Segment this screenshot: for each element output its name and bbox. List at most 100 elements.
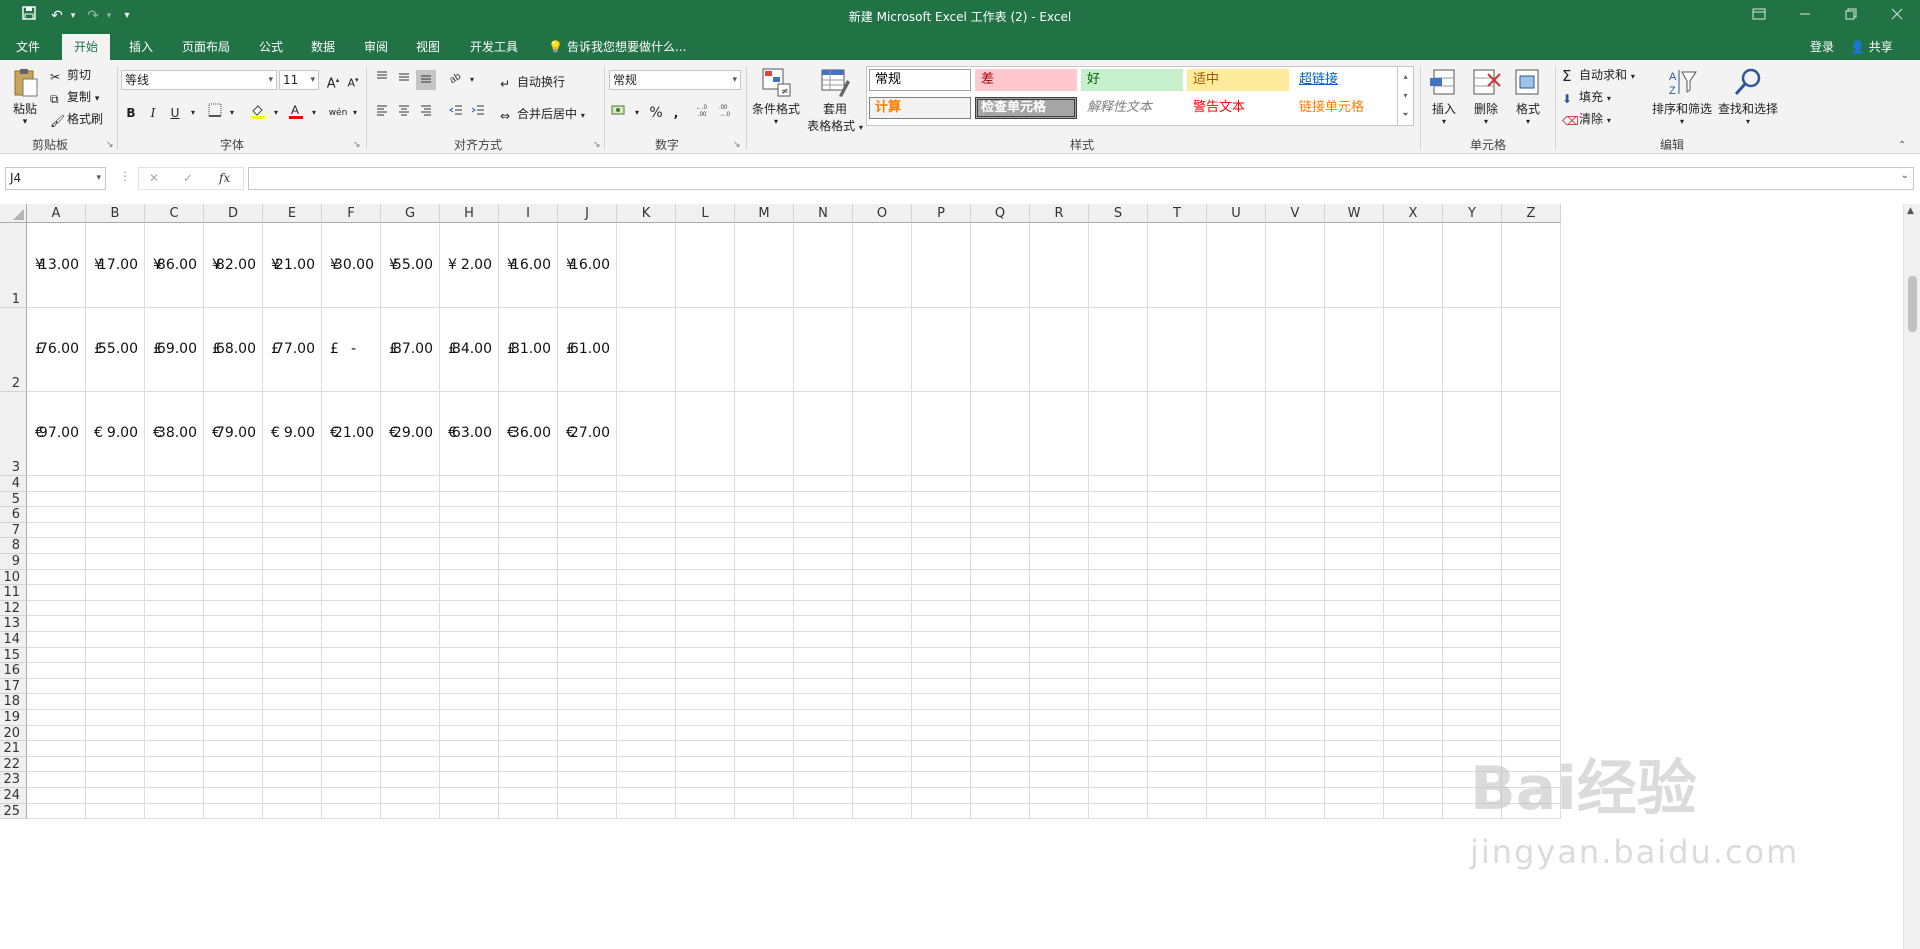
grid-cell[interactable] xyxy=(853,538,912,554)
grid-cell[interactable] xyxy=(617,392,676,476)
align-bottom-icon[interactable] xyxy=(416,70,436,90)
row-header[interactable]: 8 xyxy=(0,538,27,554)
select-all-corner[interactable] xyxy=(0,204,27,223)
grid-cell[interactable] xyxy=(1148,788,1207,804)
grid-cell[interactable] xyxy=(1030,663,1089,679)
grid-cell[interactable] xyxy=(1089,632,1148,648)
grid-cell[interactable] xyxy=(1325,476,1384,492)
column-header[interactable]: A xyxy=(27,204,86,223)
grid-cell[interactable] xyxy=(322,569,381,586)
row-header[interactable]: 4 xyxy=(0,476,27,492)
decrease-indent-icon[interactable] xyxy=(446,103,466,123)
grid-cell[interactable] xyxy=(971,741,1030,757)
grid-cell[interactable] xyxy=(145,569,204,586)
grid-cell[interactable] xyxy=(1207,694,1266,710)
grid-cell[interactable] xyxy=(1089,678,1148,695)
grid-cell[interactable] xyxy=(794,538,853,554)
grid-cell[interactable] xyxy=(617,600,676,617)
grid-cell[interactable] xyxy=(558,476,617,492)
grid-cell[interactable] xyxy=(86,600,145,617)
grid-cell[interactable] xyxy=(145,772,204,788)
ribbon-display-options-icon[interactable] xyxy=(1736,0,1782,32)
shrink-font-button[interactable]: A▾ xyxy=(343,70,363,90)
grid-cell[interactable] xyxy=(794,223,853,308)
grid-cell[interactable] xyxy=(86,569,145,586)
grid-cell[interactable] xyxy=(1148,647,1207,664)
grid-cell[interactable] xyxy=(145,694,204,710)
grid-cell[interactable] xyxy=(1089,788,1148,804)
grid-cell[interactable] xyxy=(1148,710,1207,726)
tab-home[interactable]: 开始 xyxy=(62,34,111,60)
grid-cell[interactable] xyxy=(1325,741,1384,757)
grid-cell[interactable] xyxy=(1266,710,1325,726)
grid-cell[interactable] xyxy=(145,756,204,773)
grid-cell[interactable] xyxy=(499,600,558,617)
grid-cell[interactable] xyxy=(971,491,1030,508)
grid-cell[interactable]: £84.00 xyxy=(440,308,499,392)
font-color-dropdown-icon[interactable]: ▾ xyxy=(304,103,324,123)
grid-cell[interactable] xyxy=(558,741,617,757)
grid-cell[interactable] xyxy=(440,585,499,601)
grid-cell[interactable] xyxy=(853,308,912,392)
grid-cell[interactable] xyxy=(499,507,558,523)
row-header[interactable]: 2 xyxy=(0,308,27,392)
grid-cell[interactable] xyxy=(971,507,1030,523)
grid-cell[interactable] xyxy=(1325,788,1384,804)
grid-cell[interactable] xyxy=(794,491,853,508)
grid-cell[interactable]: €27.00 xyxy=(558,392,617,476)
align-left-icon[interactable] xyxy=(372,103,392,123)
increase-decimal-icon[interactable]: ←.0.00 xyxy=(695,103,715,123)
row-header[interactable]: 1 xyxy=(0,223,27,308)
grid-cell[interactable] xyxy=(794,554,853,570)
vertical-scrollbar[interactable]: ▲ xyxy=(1903,204,1920,949)
grid-cell[interactable] xyxy=(440,710,499,726)
grid-cell[interactable] xyxy=(617,616,676,632)
grid-cell[interactable] xyxy=(263,491,322,508)
grid-cell[interactable] xyxy=(1443,491,1502,508)
grid-cell[interactable] xyxy=(617,585,676,601)
grid-cell[interactable] xyxy=(204,538,263,554)
column-header[interactable]: M xyxy=(735,204,794,223)
grid-cell[interactable] xyxy=(1030,725,1089,742)
grid-cell[interactable] xyxy=(381,803,440,820)
grid-cell[interactable] xyxy=(1266,772,1325,788)
grid-cell[interactable] xyxy=(912,476,971,492)
grid-cell[interactable] xyxy=(1443,616,1502,632)
grid-cell[interactable] xyxy=(1089,392,1148,476)
grid-cell[interactable] xyxy=(322,725,381,742)
grid-cell[interactable] xyxy=(1207,788,1266,804)
grid-cell[interactable] xyxy=(794,600,853,617)
column-header[interactable]: X xyxy=(1384,204,1443,223)
grid-cell[interactable] xyxy=(1325,600,1384,617)
grid-cell[interactable] xyxy=(1030,491,1089,508)
grid-cell[interactable] xyxy=(912,223,971,308)
grid-cell[interactable] xyxy=(1207,600,1266,617)
tab-view[interactable]: 视图 xyxy=(404,34,452,60)
grid-cell[interactable] xyxy=(1030,600,1089,617)
grid-cell[interactable] xyxy=(1502,694,1561,710)
grid-cell[interactable] xyxy=(1089,741,1148,757)
grid-cell[interactable]: £68.00 xyxy=(204,308,263,392)
grid-cell[interactable] xyxy=(145,663,204,679)
grid-cell[interactable] xyxy=(204,507,263,523)
grid-cell[interactable] xyxy=(971,710,1030,726)
grid-cell[interactable] xyxy=(617,632,676,648)
column-header[interactable]: V xyxy=(1266,204,1325,223)
column-header[interactable]: F xyxy=(322,204,381,223)
column-header[interactable]: N xyxy=(794,204,853,223)
grid-cell[interactable] xyxy=(1443,223,1502,308)
grid-cell[interactable] xyxy=(204,647,263,664)
grid-cell[interactable] xyxy=(145,678,204,695)
grid-cell[interactable]: €97.00 xyxy=(27,392,86,476)
grid-cell[interactable] xyxy=(794,678,853,695)
bold-button[interactable]: B xyxy=(121,103,141,123)
grid-cell[interactable] xyxy=(1148,507,1207,523)
grid-cell[interactable] xyxy=(1207,741,1266,757)
format-as-table-button[interactable]: 套用 表格格式 ▾ xyxy=(804,66,866,134)
grid-cell[interactable] xyxy=(263,616,322,632)
grid-cell[interactable] xyxy=(1502,678,1561,695)
font-color-icon[interactable]: A xyxy=(286,103,306,123)
grid-cell[interactable] xyxy=(1089,538,1148,554)
grid-cell[interactable] xyxy=(735,710,794,726)
grid-cell[interactable] xyxy=(735,756,794,773)
